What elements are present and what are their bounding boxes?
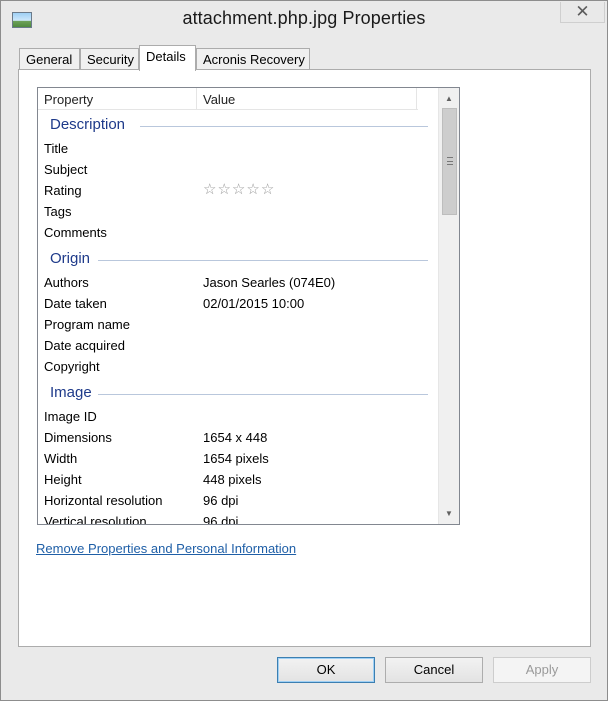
property-name: Copyright	[44, 359, 100, 374]
tab-details[interactable]: Details	[139, 45, 196, 71]
star-icon[interactable]: ☆	[203, 180, 216, 200]
property-name: Vertical resolution	[44, 514, 147, 525]
property-value[interactable]: 96 dpi	[203, 493, 238, 508]
property-row[interactable]: Horizontal resolution 96 dpi	[44, 490, 424, 511]
property-name: Date acquired	[44, 338, 125, 353]
scroll-down-arrow-icon[interactable]: ▼	[439, 505, 459, 522]
property-row[interactable]: Subject	[44, 159, 424, 180]
group-divider	[98, 394, 428, 395]
property-value[interactable]: 1654 pixels	[203, 451, 269, 466]
property-row[interactable]: Rating ☆ ☆ ☆ ☆ ☆	[44, 180, 424, 201]
star-icon[interactable]: ☆	[232, 180, 245, 200]
property-name: Height	[44, 472, 82, 487]
star-icon[interactable]: ☆	[246, 180, 259, 200]
property-name: Title	[44, 141, 69, 156]
property-row[interactable]: Date acquired	[44, 335, 424, 356]
title-bar[interactable]: attachment.php.jpg Properties ✕	[1, 1, 607, 39]
scroll-up-arrow-icon[interactable]: ▲	[439, 90, 459, 107]
star-icon[interactable]: ☆	[217, 180, 230, 200]
property-name: Tags	[44, 204, 72, 219]
cancel-button[interactable]: Cancel	[385, 657, 483, 683]
property-row[interactable]: Title	[44, 138, 424, 159]
details-panel: Property Value Description Title Subject…	[18, 69, 591, 647]
group-label: Description	[50, 116, 130, 133]
property-row[interactable]: Copyright	[44, 356, 424, 377]
ok-button[interactable]: OK	[277, 657, 375, 683]
grip-icon	[447, 157, 453, 165]
apply-button[interactable]: Apply	[493, 657, 591, 683]
column-separator[interactable]	[416, 88, 417, 110]
column-header-value[interactable]: Value	[203, 92, 235, 107]
tab-acronis-recovery[interactable]: Acronis Recovery	[196, 48, 310, 70]
group-header-origin: Origin	[50, 250, 428, 270]
scrollbar-thumb[interactable]	[442, 108, 457, 215]
property-list[interactable]: Property Value Description Title Subject…	[37, 87, 460, 525]
property-row[interactable]: Authors Jason Searles (074E0)	[44, 272, 424, 293]
property-row[interactable]: Comments	[44, 222, 424, 243]
property-name: Comments	[44, 225, 107, 240]
property-value[interactable]: 02/01/2015 10:00	[203, 296, 304, 311]
property-name: Date taken	[44, 296, 107, 311]
group-label: Origin	[50, 250, 95, 267]
star-icon[interactable]: ☆	[261, 180, 274, 200]
property-row[interactable]: Dimensions 1654 x 448	[44, 427, 424, 448]
property-value[interactable]: Jason Searles (074E0)	[203, 275, 335, 290]
vertical-scrollbar[interactable]: ▲ ▼	[438, 88, 459, 524]
column-separator[interactable]	[196, 88, 197, 110]
group-label: Image	[50, 384, 96, 401]
group-divider	[140, 126, 428, 127]
group-header-description: Description	[50, 116, 428, 136]
list-header: Property Value	[38, 88, 418, 110]
property-row[interactable]: Vertical resolution 96 dpi	[44, 511, 424, 525]
property-name: Program name	[44, 317, 130, 332]
property-row[interactable]: Width 1654 pixels	[44, 448, 424, 469]
property-name: Width	[44, 451, 78, 466]
property-name: Dimensions	[44, 430, 112, 445]
property-name: Horizontal resolution	[44, 493, 163, 508]
rating-stars[interactable]: ☆ ☆ ☆ ☆ ☆	[203, 180, 274, 200]
column-header-property[interactable]: Property	[44, 92, 93, 107]
property-name: Authors	[44, 275, 89, 290]
property-row[interactable]: Tags	[44, 201, 424, 222]
property-value[interactable]: 1654 x 448	[203, 430, 267, 445]
property-row[interactable]: Date taken 02/01/2015 10:00	[44, 293, 424, 314]
close-button[interactable]: ✕	[560, 2, 605, 23]
property-name: Image ID	[44, 409, 97, 424]
property-row[interactable]: Image ID	[44, 406, 424, 427]
property-row[interactable]: Height 448 pixels	[44, 469, 424, 490]
tab-general[interactable]: General	[19, 48, 80, 70]
tab-security[interactable]: Security	[80, 48, 139, 70]
property-value[interactable]: 448 pixels	[203, 472, 262, 487]
property-row[interactable]: Program name	[44, 314, 424, 335]
properties-dialog: attachment.php.jpg Properties ✕ General …	[0, 0, 608, 701]
group-header-image: Image	[50, 384, 428, 404]
group-divider	[98, 260, 428, 261]
property-name: Rating	[44, 183, 82, 198]
window-title: attachment.php.jpg Properties	[182, 8, 426, 28]
remove-properties-link[interactable]: Remove Properties and Personal Informati…	[36, 541, 296, 556]
property-value[interactable]: 96 dpi	[203, 514, 238, 524]
property-name: Subject	[44, 162, 88, 177]
